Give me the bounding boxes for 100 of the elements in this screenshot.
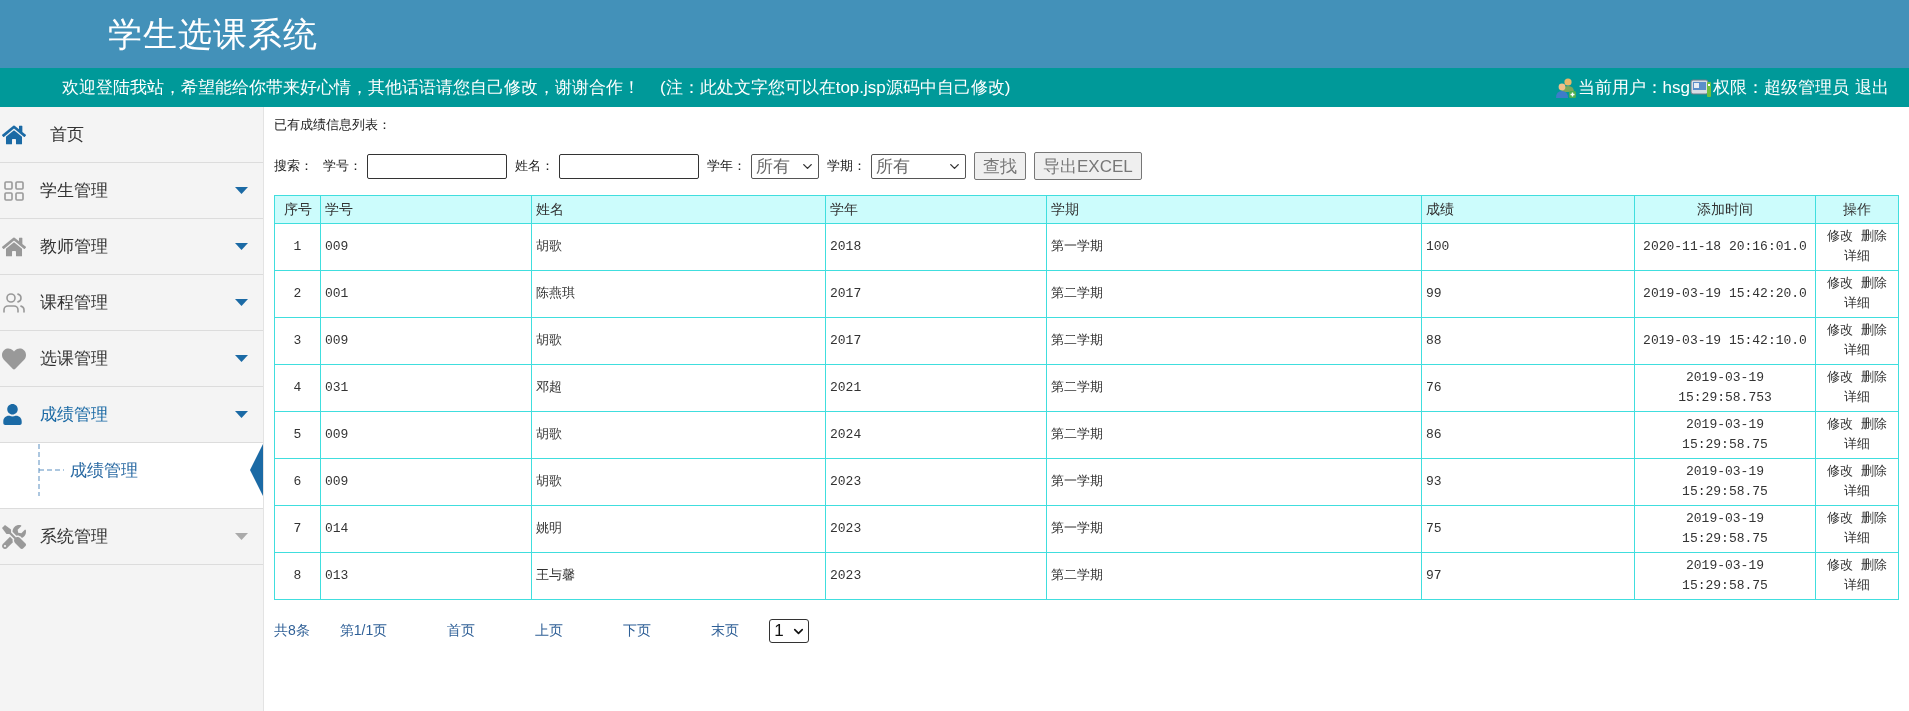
field-label: 学号：	[323, 157, 362, 175]
text-input-field[interactable]	[559, 153, 699, 179]
table-cell: 第二学期	[1046, 270, 1422, 318]
table-cell: 第二学期	[1046, 317, 1422, 365]
table-cell: 009	[320, 317, 532, 365]
pager-link[interactable]: 下页	[623, 622, 652, 640]
edit-link[interactable]: 修改	[1827, 323, 1854, 338]
delete-link[interactable]: 删除	[1860, 323, 1887, 338]
table-cell: 王与馨	[531, 552, 826, 600]
delete-link[interactable]: 删除	[1860, 511, 1887, 526]
details-link[interactable]: 详细	[1844, 484, 1870, 499]
table-cell: 2019-03-19 15:42:10.0	[1634, 317, 1816, 365]
app-title: 学生选课系统	[108, 14, 318, 55]
column-header: 姓名	[531, 195, 826, 224]
table-cell: 胡歌	[531, 317, 826, 365]
table-cell: 99	[1421, 270, 1635, 318]
pager-link[interactable]: 上页	[535, 622, 564, 640]
table-cell: 邓超	[531, 364, 826, 412]
details-link[interactable]: 详细	[1844, 390, 1870, 405]
table-cell: 97	[1421, 552, 1635, 600]
table-cell: 第二学期	[1046, 552, 1422, 600]
table-cell: 2019-03-19 15:29:58.75	[1634, 505, 1816, 553]
home-icon	[2, 122, 26, 147]
details-link[interactable]: 详细	[1844, 578, 1870, 593]
edit-link[interactable]: 修改	[1827, 511, 1854, 526]
table-cell: 2020-11-18 20:16:01.0	[1634, 223, 1816, 271]
search-button[interactable]: 查找	[974, 152, 1026, 180]
current-user-label: 当前用户：hsg	[1577, 76, 1690, 99]
note-text: (注：此处文字您可以在top.jsp源码中自己修改)	[660, 76, 1011, 99]
delete-link[interactable]: 删除	[1860, 229, 1887, 244]
table-cell: 2018	[825, 223, 1047, 271]
tree-connector-icon	[38, 444, 66, 496]
table-cell: 2023	[825, 458, 1047, 506]
column-header: 学期	[1046, 195, 1422, 224]
details-link[interactable]: 详细	[1844, 437, 1870, 452]
table-cell: 2021	[825, 364, 1047, 412]
search-label: 搜索：	[274, 157, 313, 175]
table-cell: 014	[320, 505, 532, 553]
table-cell: 第二学期	[1046, 364, 1422, 412]
delete-link[interactable]: 删除	[1860, 417, 1887, 432]
edit-link[interactable]: 修改	[1827, 370, 1854, 385]
details-link[interactable]: 详细	[1844, 343, 1870, 358]
table-cell: 76	[1421, 364, 1635, 412]
table-cell: 7	[274, 505, 321, 553]
table-cell: 第一学期	[1046, 458, 1422, 506]
edit-link[interactable]: 修改	[1827, 417, 1854, 432]
table-cell: 86	[1421, 411, 1635, 459]
column-header: 添加时间	[1634, 195, 1816, 224]
delete-link[interactable]: 删除	[1860, 558, 1887, 573]
edit-link[interactable]: 修改	[1827, 558, 1854, 573]
table-cell: 第一学期	[1046, 505, 1422, 553]
grid-icon	[2, 178, 26, 203]
users-icon	[1554, 76, 1577, 99]
active-marker-icon	[250, 444, 263, 496]
table-cell: 胡歌	[531, 458, 826, 506]
record-count: 共8条	[274, 622, 310, 640]
edit-link[interactable]: 修改	[1827, 229, 1854, 244]
table-cell: 009	[320, 458, 532, 506]
details-link[interactable]: 详细	[1844, 249, 1870, 264]
id-card-icon	[1690, 76, 1712, 99]
delete-link[interactable]: 删除	[1860, 464, 1887, 479]
field-label: 学年：	[707, 157, 746, 175]
delete-link[interactable]: 删除	[1860, 370, 1887, 385]
page-select[interactable]: 1	[769, 619, 810, 643]
table-cell: 6	[274, 458, 321, 506]
page-indicator: 第1/1页	[339, 622, 388, 640]
users-icon	[2, 290, 26, 315]
table-cell: 2	[274, 270, 321, 318]
select-dropdown[interactable]: 所有	[751, 153, 819, 179]
table-cell: 2019-03-19 15:29:58.75	[1634, 552, 1816, 600]
column-header: 序号	[274, 195, 321, 224]
table-cell: 第二学期	[1046, 411, 1422, 459]
table-cell: 88	[1421, 317, 1635, 365]
details-link[interactable]: 详细	[1844, 296, 1870, 311]
list-heading: 已有成绩信息列表：	[274, 117, 392, 133]
table-cell: 93	[1421, 458, 1635, 506]
delete-link[interactable]: 删除	[1860, 276, 1887, 291]
export-button[interactable]: 导出EXCEL	[1034, 152, 1142, 180]
text-input-field[interactable]	[367, 153, 507, 179]
table-cell: 001	[320, 270, 532, 318]
table-cell: 2024	[825, 411, 1047, 459]
edit-link[interactable]: 修改	[1827, 464, 1854, 479]
table-cell: 第一学期	[1046, 223, 1422, 271]
table-cell: 陈燕琪	[531, 270, 826, 318]
table-cell: 2019-03-19 15:29:58.75	[1634, 411, 1816, 459]
table-cell: 2019-03-19 15:29:58.75	[1634, 458, 1816, 506]
table-cell: 姚明	[531, 505, 826, 553]
select-dropdown[interactable]: 所有	[871, 153, 966, 179]
details-link[interactable]: 详细	[1844, 531, 1870, 546]
pager-link[interactable]: 末页	[711, 622, 740, 640]
table-cell: 2019-03-19 15:29:58.753	[1634, 364, 1816, 412]
table-cell: 1	[274, 223, 321, 271]
table-cell: 胡歌	[531, 223, 826, 271]
pager-link[interactable]: 首页	[447, 622, 476, 640]
column-header: 学年	[825, 195, 1047, 224]
field-label: 姓名：	[515, 157, 554, 175]
column-header: 学号	[320, 195, 532, 224]
edit-link[interactable]: 修改	[1827, 276, 1854, 291]
submenu-item[interactable]: 成绩管理	[0, 443, 263, 509]
table-cell: 031	[320, 364, 532, 412]
